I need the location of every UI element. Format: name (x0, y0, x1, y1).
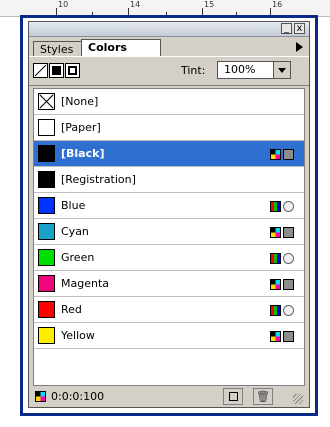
process-color-icon (283, 149, 294, 160)
swatch-row-paper[interactable]: [Paper] (34, 115, 304, 141)
swatch-label: Cyan (61, 225, 89, 238)
cmyk-mode-icon (270, 149, 281, 160)
swatch-toolbar: Tint: 100% (29, 56, 309, 86)
swatch-list: [None] [Paper] [Black] [Registration] Bl… (33, 88, 305, 386)
tab-styles[interactable]: Styles (33, 41, 83, 56)
rgb-mode-icon (270, 201, 281, 212)
swatch-row-yellow[interactable]: Yellow (34, 323, 304, 349)
blue-swatch (38, 197, 55, 214)
swatch-label: Yellow (61, 329, 95, 342)
trash-icon: 🗑 (256, 390, 270, 403)
cmyk-mode-icon (270, 227, 281, 238)
swatch-row-red[interactable]: Red (34, 297, 304, 323)
swatch-label: Blue (61, 199, 86, 212)
tint-input[interactable]: 100% (217, 61, 277, 79)
swatch-row-black[interactable]: [Black] (34, 141, 304, 167)
tint-dropdown-arrow-icon[interactable] (273, 61, 291, 79)
stroke-tool-icon[interactable] (65, 63, 80, 78)
black-swatch (38, 145, 55, 162)
rgb-mode-icon (270, 253, 281, 264)
new-swatch-button[interactable] (223, 388, 243, 405)
swatch-label: Green (61, 251, 95, 264)
swatch-label: Red (61, 303, 82, 316)
swatch-label: [None] (61, 95, 99, 108)
paper-swatch (38, 119, 55, 136)
ruler-label: 14 (130, 0, 141, 9)
spot-color-icon (283, 201, 294, 212)
tab-bar: Styles Colors (29, 37, 309, 56)
new-swatch-icon (228, 392, 238, 401)
registration-swatch (38, 171, 55, 188)
cmyk-mode-icon (270, 331, 281, 342)
panel-menu-icon[interactable] (296, 42, 303, 52)
ruler-label: 16 (272, 0, 283, 9)
swatch-row-green[interactable]: Green (34, 245, 304, 271)
swatch-label: [Black] (61, 147, 105, 160)
tab-colors[interactable]: Colors (81, 39, 161, 56)
ruler-label: 10 (58, 0, 69, 9)
swatch-label: [Registration] (61, 173, 136, 186)
none-swatch-tool-icon[interactable] (33, 63, 48, 78)
swatch-row-blue[interactable]: Blue (34, 193, 304, 219)
process-color-icon (283, 331, 294, 342)
cmyk-mode-icon (270, 279, 281, 290)
swatch-row-cyan[interactable]: Cyan (34, 219, 304, 245)
spot-color-icon (283, 253, 294, 264)
ruler-label: 15 (204, 0, 215, 9)
magenta-swatch (38, 275, 55, 292)
process-color-icon (283, 279, 294, 290)
red-swatch (38, 301, 55, 318)
process-color-icon (283, 227, 294, 238)
cmyk-mode-icon (35, 391, 46, 402)
close-button[interactable]: x (294, 23, 305, 34)
spot-color-icon (283, 305, 294, 316)
swatch-row-registration[interactable]: [Registration] (34, 167, 304, 193)
panel-footer: 0:0:0:100 🗑 (33, 388, 305, 406)
swatch-label: [Paper] (61, 121, 101, 134)
color-value-readout: 0:0:0:100 (51, 390, 105, 403)
green-swatch (38, 249, 55, 266)
tint-label: Tint: (181, 64, 206, 77)
fill-tool-icon[interactable] (49, 63, 64, 78)
swatch-row-none[interactable]: [None] (34, 89, 304, 115)
delete-swatch-button[interactable]: 🗑 (253, 388, 273, 405)
panel-titlebar[interactable]: _ x (29, 22, 309, 37)
swatch-label: Magenta (61, 277, 110, 290)
yellow-swatch (38, 327, 55, 344)
colors-panel: _ x Styles Colors Tint: 100% [None] [Pap… (28, 21, 310, 408)
resize-grip[interactable] (293, 394, 303, 404)
cyan-swatch (38, 223, 55, 240)
swatch-row-magenta[interactable]: Magenta (34, 271, 304, 297)
none-swatch-icon (38, 93, 55, 110)
minimize-button[interactable]: _ (281, 23, 292, 34)
rgb-mode-icon (270, 305, 281, 316)
